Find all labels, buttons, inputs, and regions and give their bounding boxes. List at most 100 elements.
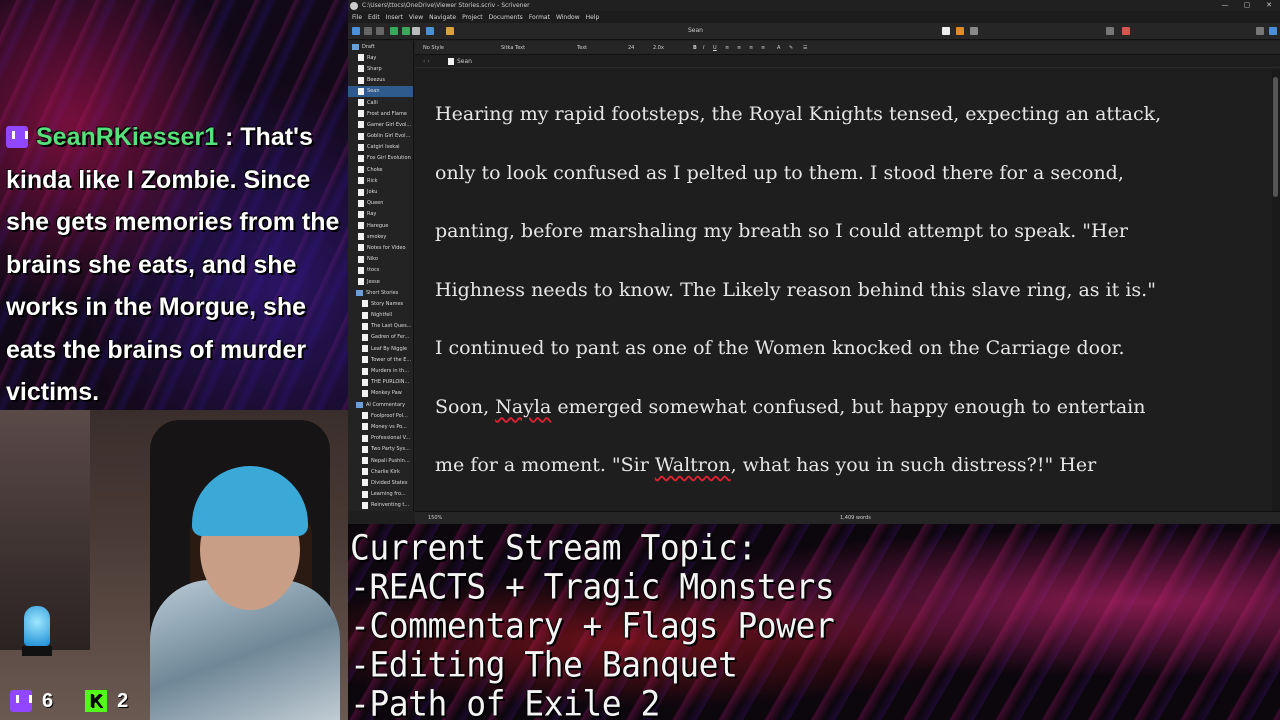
binder-item[interactable]: Niko: [348, 254, 413, 265]
bookmark-icon[interactable]: [1122, 27, 1130, 35]
align-center-icon[interactable]: ≡: [737, 45, 741, 51]
binder-item[interactable]: Sharp: [348, 63, 413, 74]
binder-item[interactable]: Draft: [348, 41, 413, 52]
binder-item[interactable]: Reinventing t...: [348, 500, 413, 511]
menu-documents[interactable]: Documents: [489, 14, 523, 21]
binder-item[interactable]: Goblin Girl Evol...: [348, 131, 413, 142]
align-right-icon[interactable]: ≡: [749, 45, 753, 51]
kick-icon: K: [85, 690, 108, 712]
paragraph-style-select[interactable]: No Style: [423, 45, 444, 51]
line-spacing-select[interactable]: 2.0x: [653, 45, 664, 51]
scrivenings-view-icon[interactable]: [942, 27, 950, 35]
binder-item-label: Sean: [367, 88, 380, 95]
binder-item[interactable]: Murders in th...: [348, 365, 413, 376]
italic-icon[interactable]: I: [703, 45, 704, 51]
menu-window[interactable]: Window: [556, 14, 580, 21]
editor-line: Soon, Nayla emerged somewhat confused, b…: [435, 395, 1146, 418]
binder-item[interactable]: Fox Girl Evolution: [348, 153, 413, 164]
scrollbar-thumb[interactable]: [1273, 77, 1278, 197]
justify-icon[interactable]: ≡: [761, 45, 765, 51]
font-size-select[interactable]: 24: [628, 45, 634, 51]
font-family-select[interactable]: Sitka Text: [501, 45, 525, 51]
binder-item[interactable]: The Last Ques...: [348, 321, 413, 332]
share-icon[interactable]: [1106, 27, 1114, 35]
binder-item-label: Beezus: [367, 77, 385, 84]
binder-item[interactable]: Charlie Kirk: [348, 466, 413, 477]
back-icon[interactable]: [364, 27, 372, 35]
document-icon: [358, 76, 364, 84]
menu-help[interactable]: Help: [586, 14, 600, 21]
binder-item[interactable]: Ray: [348, 52, 413, 63]
binder-item[interactable]: Calli: [348, 97, 413, 108]
binder-item[interactable]: Gadren of Fer...: [348, 332, 413, 343]
outline-view-icon[interactable]: [970, 27, 978, 35]
binder-item[interactable]: Ray: [348, 209, 413, 220]
binder-item[interactable]: Professional V...: [348, 433, 413, 444]
binder-item[interactable]: Haregue: [348, 220, 413, 231]
list-icon[interactable]: ☰: [803, 45, 807, 51]
trash-icon[interactable]: [412, 27, 420, 35]
binder-item[interactable]: Catgirl Isekai: [348, 142, 413, 153]
binder-item[interactable]: Two Party Sys...: [348, 444, 413, 455]
document-icon: [362, 457, 368, 465]
binder-item[interactable]: Sean: [348, 85, 413, 97]
binder-item[interactable]: ttocs: [348, 265, 413, 276]
binder-item[interactable]: Queen: [348, 198, 413, 209]
binder-item[interactable]: Frost and Flame: [348, 108, 413, 119]
maximize-icon[interactable]: ▢: [1236, 0, 1258, 11]
editor-scrollbar[interactable]: [1272, 69, 1280, 511]
binder-item[interactable]: Rick: [348, 175, 413, 186]
bold-icon[interactable]: B: [693, 45, 697, 51]
corkboard-view-icon[interactable]: [956, 27, 964, 35]
binder-item[interactable]: Nepali Pushin...: [348, 455, 413, 466]
underline-icon[interactable]: U: [713, 45, 717, 51]
close-icon[interactable]: ✕: [1258, 0, 1280, 11]
binder-item[interactable]: Foolproof Pol...: [348, 410, 413, 421]
binder-item[interactable]: Nightfell: [348, 310, 413, 321]
text-color-icon[interactable]: A: [777, 45, 780, 51]
menu-format[interactable]: Format: [529, 14, 550, 21]
binder-item[interactable]: THE PURLOIN...: [348, 377, 413, 388]
zoom-level[interactable]: 150%: [428, 515, 442, 521]
binder-item[interactable]: Choke: [348, 164, 413, 175]
minimize-icon[interactable]: —: [1214, 0, 1236, 11]
binder-item[interactable]: Jesse: [348, 276, 413, 287]
nav-arrows-icon[interactable]: ‹ ›: [423, 58, 430, 65]
menu-navigate[interactable]: Navigate: [429, 14, 456, 21]
menu-edit[interactable]: Edit: [368, 14, 380, 21]
binder-item[interactable]: Monkey Paw: [348, 388, 413, 399]
binder-item[interactable]: Gamer Girl Evol...: [348, 119, 413, 130]
binder-item[interactable]: Tower of the E...: [348, 354, 413, 365]
edit-icon[interactable]: [446, 27, 454, 35]
menu-file[interactable]: File: [352, 14, 362, 21]
binder-item[interactable]: Leaf By Niggle: [348, 343, 413, 354]
typeface-select[interactable]: Text: [577, 45, 587, 51]
editor-text[interactable]: Hearing my rapid footsteps, the Royal Kn…: [435, 85, 1260, 511]
binder-item[interactable]: Story Names: [348, 298, 413, 309]
highlight-icon[interactable]: ✎: [789, 45, 793, 51]
binder-item[interactable]: Money vs Po...: [348, 421, 413, 432]
align-left-icon[interactable]: ≡: [725, 45, 729, 51]
add-folder-icon[interactable]: [402, 27, 410, 35]
search-icon[interactable]: [1269, 27, 1277, 35]
menu-insert[interactable]: Insert: [386, 14, 403, 21]
binder-item[interactable]: AI Commentary: [348, 399, 413, 410]
binder-item[interactable]: Learning fro...: [348, 489, 413, 500]
link-icon[interactable]: [426, 27, 434, 35]
menu-project[interactable]: Project: [462, 14, 483, 21]
add-icon[interactable]: [390, 27, 398, 35]
binder-item[interactable]: Beezus: [348, 75, 413, 86]
binder-item[interactable]: smokey: [348, 231, 413, 242]
binder-toggle-icon[interactable]: [352, 27, 360, 35]
binder-item[interactable]: Joku: [348, 186, 413, 197]
binder-item[interactable]: Notes for Video: [348, 242, 413, 253]
binder-item[interactable]: Short Stories: [348, 287, 413, 298]
binder-item[interactable]: Divided States: [348, 477, 413, 488]
editor-pane[interactable]: Hearing my rapid footsteps, the Royal Kn…: [415, 69, 1272, 511]
document-icon: [358, 132, 364, 140]
forward-icon[interactable]: [376, 27, 384, 35]
misspelled-word[interactable]: Waltron: [655, 454, 731, 476]
inspector-icon[interactable]: [1256, 27, 1264, 35]
menu-view[interactable]: View: [409, 14, 423, 21]
misspelled-word[interactable]: Nayla: [495, 396, 551, 418]
